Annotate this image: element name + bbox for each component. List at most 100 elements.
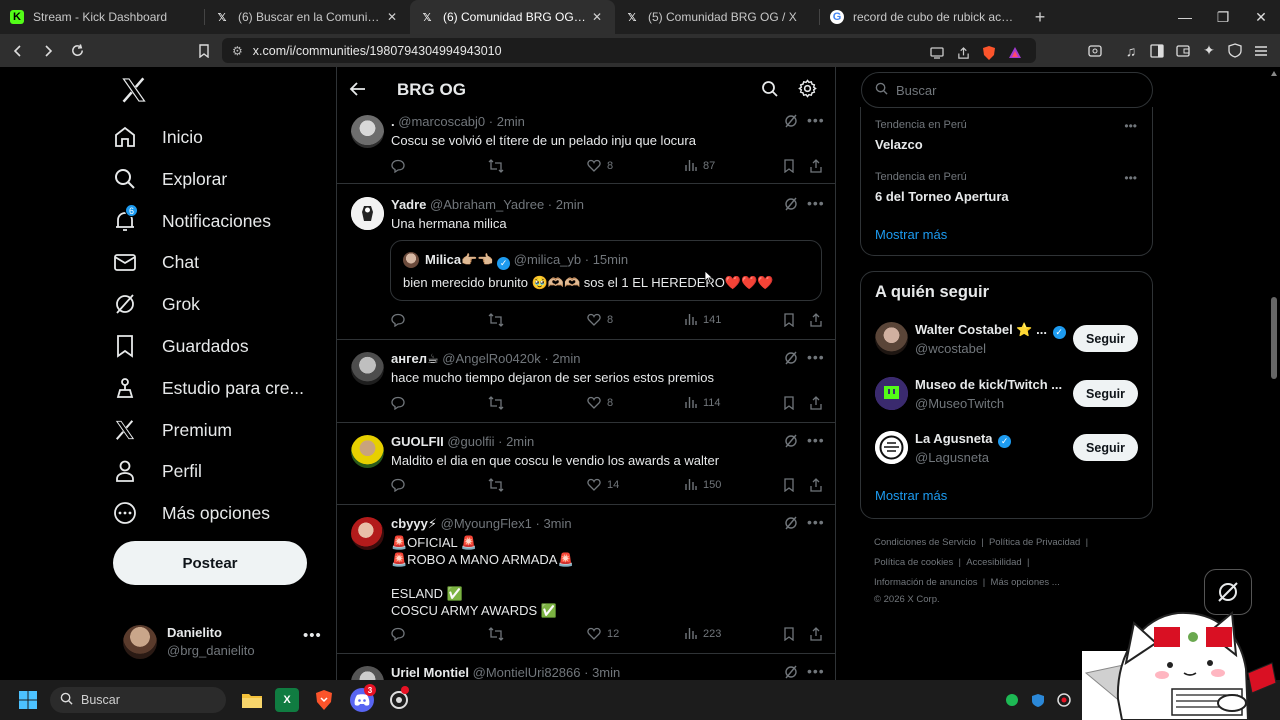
menu-icon[interactable] <box>1248 38 1274 64</box>
ai-sparkle-icon[interactable]: ✦ <box>1196 38 1222 64</box>
avatar[interactable] <box>351 115 384 148</box>
leo-ai-icon[interactable] <box>1082 38 1108 64</box>
site-settings-icon[interactable]: ⚙ <box>232 44 243 58</box>
show-more-follow-link[interactable]: Mostrar más <box>875 488 947 503</box>
share-icon[interactable] <box>809 396 823 410</box>
grok-icon[interactable] <box>784 351 798 370</box>
post-time[interactable]: 2min <box>552 351 580 366</box>
file-explorer-icon[interactable] <box>240 688 264 712</box>
repost-icon[interactable] <box>488 396 504 410</box>
author-handle[interactable]: @guolfii <box>447 434 494 449</box>
author-name[interactable]: ангел☕ <box>391 351 439 366</box>
tray-recording-icon[interactable] <box>1052 688 1076 712</box>
grok-icon[interactable] <box>784 665 798 680</box>
author-name[interactable]: GUOLFII <box>391 434 444 449</box>
media-icon[interactable]: ♫ <box>1118 38 1144 64</box>
sidebar-toggle-icon[interactable] <box>1144 38 1170 64</box>
avatar[interactable] <box>351 435 384 468</box>
views-button[interactable]: 114 <box>685 396 721 409</box>
footer-link[interactable]: Información de anuncios <box>874 577 978 588</box>
author-handle[interactable]: @marcoscabj0 <box>398 114 485 129</box>
reload-icon[interactable] <box>65 37 90 65</box>
footer-link[interactable]: Política de Privacidad <box>989 537 1080 548</box>
more-icon[interactable]: ••• <box>1124 119 1137 133</box>
grok-icon[interactable] <box>784 114 798 133</box>
author-handle[interactable]: @MontielUri82866 <box>473 665 581 680</box>
post[interactable]: GUOLFII @guolfii · 2min Maldito el dia e… <box>337 424 835 505</box>
like-button[interactable]: 8 <box>587 313 613 326</box>
footer-link[interactable]: Condiciones de Servicio <box>874 537 976 548</box>
views-button[interactable]: 223 <box>685 627 721 640</box>
post[interactable]: Uriel Montiel @MontielUri82866 · 3min ••… <box>337 655 835 680</box>
install-app-icon[interactable] <box>924 40 950 66</box>
avatar[interactable] <box>351 197 384 230</box>
post-time[interactable]: 3min <box>543 516 571 531</box>
trend-item[interactable]: Tendencia en Perú Velazco ••• <box>875 119 1145 152</box>
tab-x-community-active[interactable]: 𝕏 (6) Comunidad BRG OG / X ✕ <box>410 0 615 34</box>
nav-explore[interactable]: Explorar <box>112 159 227 199</box>
grok-icon[interactable] <box>784 197 798 216</box>
account-switcher[interactable]: Danielito @brg_danielito ••• <box>120 623 330 663</box>
repost-icon[interactable] <box>488 159 504 173</box>
tab-google[interactable]: G record de cubo de rubick actual 4x4 <box>820 0 1025 34</box>
avatar[interactable] <box>351 352 384 385</box>
minimize-icon[interactable]: — <box>1166 0 1204 34</box>
more-icon[interactable]: ••• <box>1124 171 1137 185</box>
post-time[interactable]: 2min <box>497 114 525 129</box>
author-name[interactable]: . <box>391 114 395 129</box>
post[interactable]: . @marcoscabj0 · 2min Coscu se volvió el… <box>337 107 835 184</box>
scroll-up-icon[interactable] <box>1271 71 1277 76</box>
page-scrollbar[interactable] <box>1268 67 1280 680</box>
footer-link[interactable]: Más opciones ... <box>991 577 1060 588</box>
post-time[interactable]: 2min <box>506 434 534 449</box>
author-handle[interactable]: @Abraham_Yadree <box>430 197 544 212</box>
more-icon[interactable]: ••• <box>807 514 825 530</box>
nav-premium[interactable]: Premium <box>112 410 232 450</box>
nav-chat[interactable]: Chat <box>112 242 199 282</box>
author-handle[interactable]: @MyoungFlex1 <box>441 516 532 531</box>
nav-home[interactable]: Inicio <box>112 117 203 157</box>
tray-security-icon[interactable] <box>1026 688 1050 712</box>
brave-shields-icon[interactable] <box>976 40 1002 66</box>
like-button[interactable]: 12 <box>587 627 619 640</box>
repost-icon[interactable] <box>488 478 504 492</box>
close-icon[interactable]: ✕ <box>384 10 400 24</box>
like-button[interactable]: 14 <box>587 478 619 491</box>
share-icon[interactable] <box>950 40 976 66</box>
trend-item[interactable]: Tendencia en Perú 6 del Torneo Apertura … <box>875 171 1145 204</box>
windows-start-icon[interactable] <box>16 688 40 712</box>
tab-x-community[interactable]: 𝕏 (5) Comunidad BRG OG / X <box>615 0 820 34</box>
more-icon[interactable]: ••• <box>807 663 825 679</box>
forward-icon[interactable] <box>35 37 60 65</box>
post[interactable]: cbyyy⚡ @MyoungFlex1 · 3min 🚨OFICIAL 🚨 🚨R… <box>337 506 835 654</box>
vpn-icon[interactable] <box>1222 38 1248 64</box>
nav-bookmarks[interactable]: Guardados <box>112 326 249 366</box>
nav-creator-studio[interactable]: Estudio para cre... <box>112 368 304 408</box>
reply-icon[interactable] <box>391 478 405 492</box>
like-button[interactable]: 8 <box>587 159 613 172</box>
brave-rewards-icon[interactable] <box>1002 40 1028 66</box>
reply-icon[interactable] <box>391 396 405 410</box>
share-icon[interactable] <box>809 159 823 173</box>
back-arrow-icon[interactable] <box>349 80 367 103</box>
views-button[interactable]: 87 <box>685 159 715 172</box>
bookmark-icon[interactable] <box>783 159 795 173</box>
follow-suggestion[interactable]: La Agusneta ✓ @Lagusneta Seguir <box>861 429 1152 469</box>
show-more-trends-link[interactable]: Mostrar más <box>875 227 947 242</box>
avatar[interactable] <box>351 517 384 550</box>
bookmark-icon[interactable] <box>783 478 795 492</box>
more-icon[interactable]: ••• <box>807 349 825 365</box>
search-icon[interactable] <box>761 80 779 103</box>
post-time[interactable]: 2min <box>556 197 584 212</box>
nav-notifications[interactable]: 6 Notificaciones <box>112 201 271 241</box>
taskbar-search-input[interactable]: Buscar <box>50 687 226 713</box>
maximize-icon[interactable]: ❐ <box>1204 0 1242 34</box>
bookmark-page-icon[interactable] <box>191 38 217 64</box>
more-icon[interactable]: ••• <box>807 432 825 448</box>
reply-icon[interactable] <box>391 313 405 327</box>
tray-app-icon[interactable] <box>1000 688 1024 712</box>
follow-button[interactable]: Seguir <box>1073 434 1138 461</box>
bookmark-icon[interactable] <box>783 313 795 327</box>
grok-icon[interactable] <box>784 434 798 453</box>
grok-icon[interactable] <box>784 516 798 535</box>
